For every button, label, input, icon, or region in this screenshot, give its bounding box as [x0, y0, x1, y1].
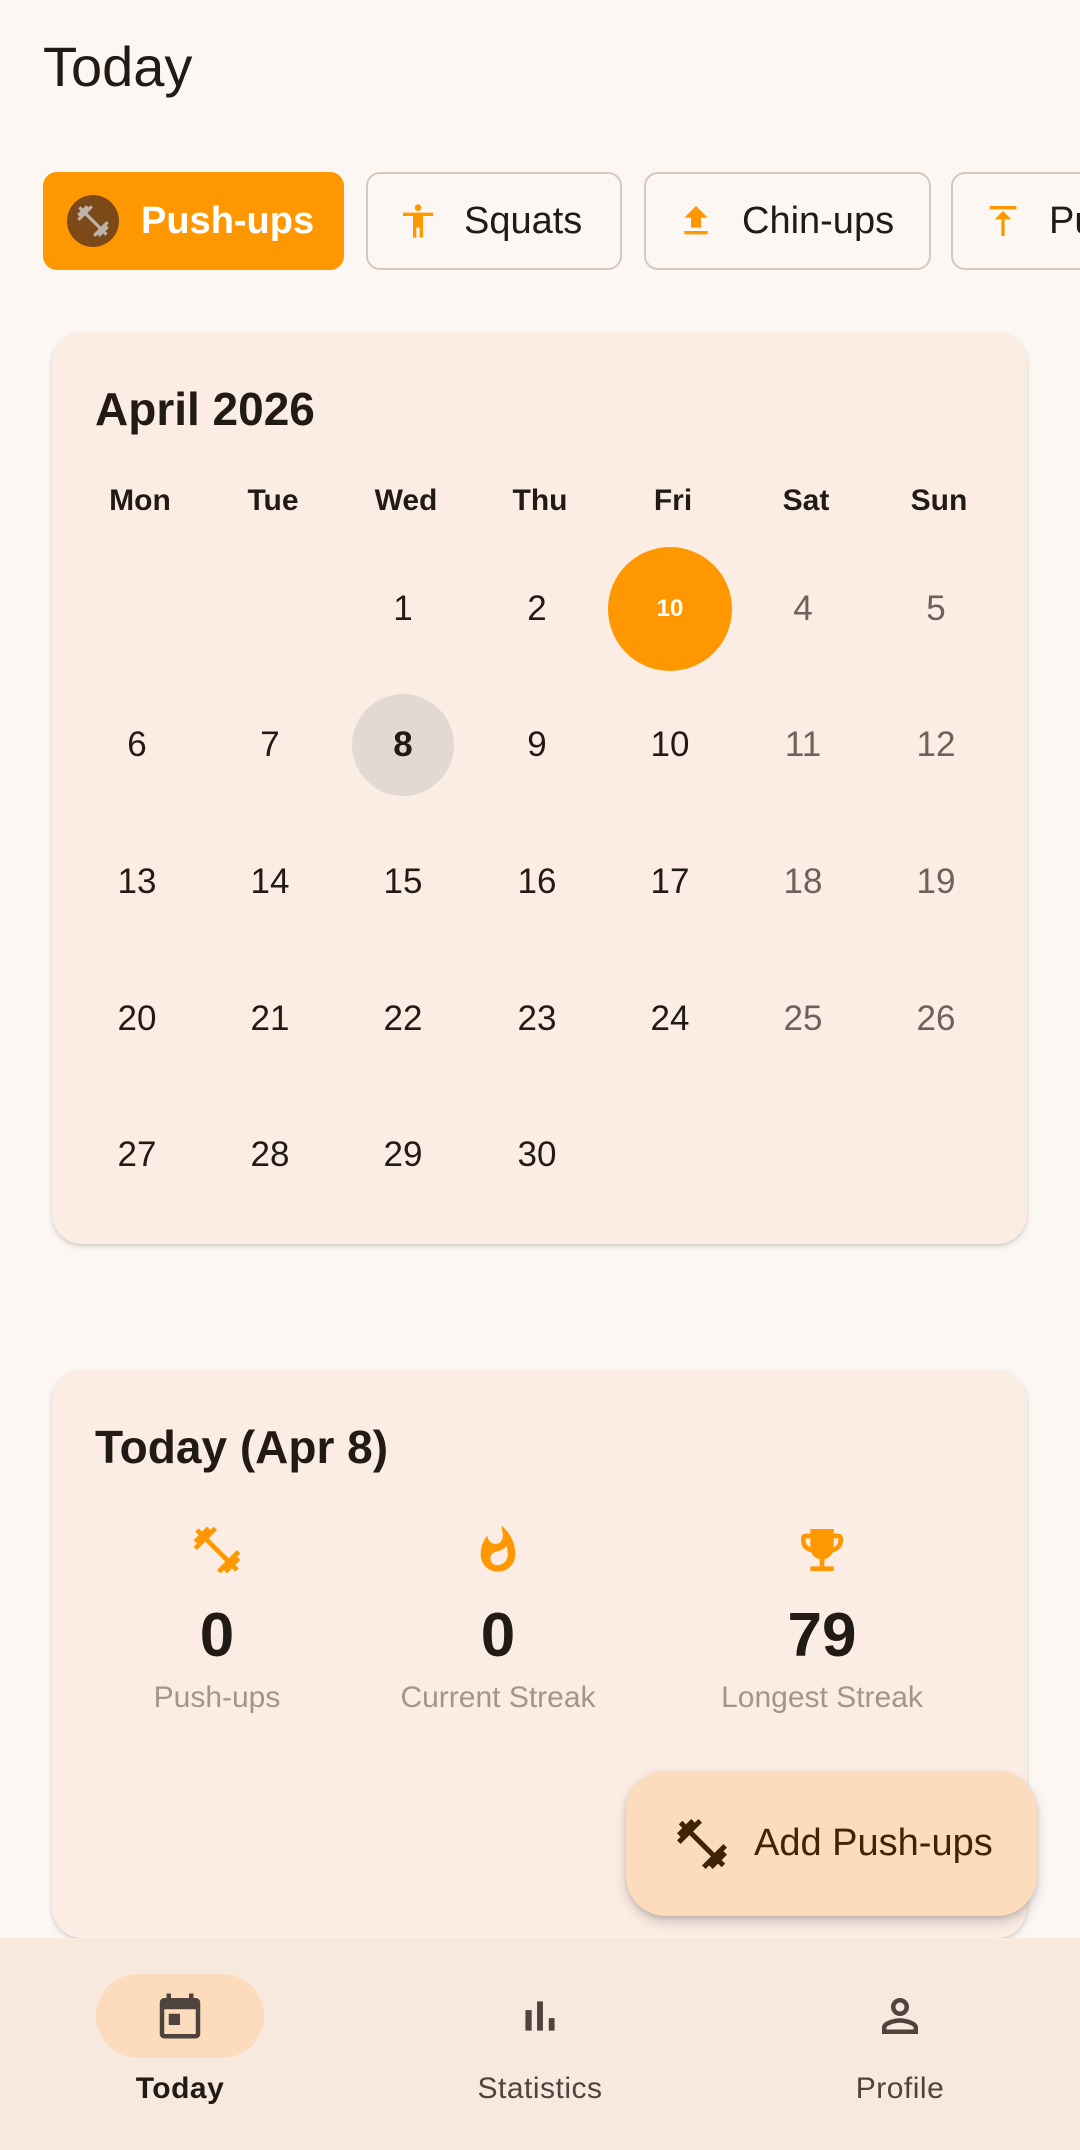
- stat-longest-streak: 79 Longest Streak: [672, 1520, 972, 1715]
- chip-pull-ups[interactable]: Pu: [951, 172, 1080, 270]
- stat-label: Current Streak: [400, 1681, 596, 1714]
- calendar-day[interactable]: 23: [475, 957, 599, 1081]
- stat-value: 79: [787, 1601, 857, 1670]
- chip-label: Pu: [1049, 199, 1080, 242]
- nav-item-statistics[interactable]: Statistics: [390, 1974, 690, 2106]
- calendar-day[interactable]: 30: [475, 1093, 599, 1217]
- calendar-day[interactable]: 9: [475, 683, 599, 807]
- calendar-day[interactable]: 21: [208, 957, 332, 1081]
- weekday-header: Sun: [910, 484, 968, 517]
- calendar-day[interactable]: 17: [608, 820, 732, 944]
- bottom-navigation-bar: Today Statistics Profile: [0, 1938, 1080, 2150]
- calendar-day[interactable]: 2: [475, 547, 599, 671]
- person-standing-icon: [392, 195, 444, 247]
- calendar-day[interactable]: 12: [874, 683, 998, 807]
- chip-label: Chin-ups: [742, 199, 895, 242]
- chip-label: Push-ups: [141, 199, 315, 242]
- nav-label: Statistics: [477, 2072, 603, 2105]
- stat-value: 0: [199, 1601, 235, 1670]
- calendar-day[interactable]: 6: [75, 683, 199, 807]
- nav-label: Today: [135, 2072, 225, 2105]
- calendar-day[interactable]: 22: [341, 957, 465, 1081]
- calendar-day[interactable]: 15: [341, 820, 465, 944]
- calendar-day[interactable]: 16: [475, 820, 599, 944]
- arrow-up-bar-icon: [977, 195, 1029, 247]
- calendar-day[interactable]: 18: [741, 820, 865, 944]
- weekday-header: Sat: [782, 484, 830, 517]
- stat-label: Longest Streak: [721, 1681, 923, 1714]
- weekday-header: Wed: [374, 484, 438, 517]
- upload-arrow-icon: [670, 195, 722, 247]
- chip-squats[interactable]: Squats: [366, 172, 622, 270]
- dumbbell-icon: [67, 1520, 367, 1580]
- weekday-header: Tue: [247, 484, 299, 517]
- calendar-day[interactable]: 13: [75, 820, 199, 944]
- stat-push-ups: 0 Push-ups: [67, 1520, 367, 1715]
- weekday-header: Fri: [653, 484, 693, 517]
- calendar-day[interactable]: 26: [874, 957, 998, 1081]
- calendar-day[interactable]: 20: [75, 957, 199, 1081]
- dumbbell-icon: [67, 195, 119, 247]
- calendar-icon: [96, 1974, 264, 2058]
- calendar-day[interactable]: 4: [741, 547, 865, 671]
- stat-label: Push-ups: [153, 1681, 281, 1714]
- weekday-header: Thu: [512, 484, 568, 517]
- calendar-day[interactable]: 19: [874, 820, 998, 944]
- chip-chin-ups[interactable]: Chin-ups: [644, 172, 931, 270]
- calendar-day[interactable]: 11: [741, 683, 865, 807]
- add-push-ups-button[interactable]: Add Push-ups: [626, 1771, 1037, 1916]
- bar-chart-icon: [456, 1974, 624, 2058]
- nav-item-profile[interactable]: Profile: [750, 1974, 1050, 2106]
- calendar-day[interactable]: 7: [208, 683, 332, 807]
- fab-label: Add Push-ups: [754, 1822, 993, 1864]
- nav-label: Profile: [855, 2072, 945, 2105]
- page-title: Today: [43, 35, 193, 98]
- calendar-card: April 2026 Mon Tue Wed Thu Fri Sat Sun 1…: [52, 332, 1027, 1244]
- weekday-header: Mon: [109, 484, 171, 517]
- calendar-month-title: April 2026: [95, 383, 315, 435]
- nav-item-today[interactable]: Today: [30, 1974, 330, 2106]
- stat-value: 0: [480, 1601, 516, 1670]
- calendar-day[interactable]: 28: [208, 1093, 332, 1217]
- exercise-chip-row: Push-ups Squats Chin-ups Pu: [43, 172, 1080, 270]
- dumbbell-icon: [672, 1814, 732, 1874]
- flame-icon: [348, 1520, 648, 1580]
- person-icon: [816, 1974, 984, 2058]
- today-summary-title: Today (Apr 8): [95, 1421, 389, 1473]
- calendar-day[interactable]: 5: [874, 547, 998, 671]
- calendar-day[interactable]: 1: [341, 547, 465, 671]
- trophy-icon: [672, 1520, 972, 1580]
- calendar-day[interactable]: 27: [75, 1093, 199, 1217]
- calendar-day[interactable]: 24: [608, 957, 732, 1081]
- calendar-day[interactable]: 29: [341, 1093, 465, 1217]
- calendar-day[interactable]: 25: [741, 957, 865, 1081]
- chip-label: Squats: [464, 199, 583, 242]
- calendar-day-today[interactable]: 8: [352, 694, 454, 796]
- chip-push-ups[interactable]: Push-ups: [43, 172, 344, 270]
- stat-current-streak: 0 Current Streak: [348, 1520, 648, 1715]
- calendar-day-selected[interactable]: 10: [608, 547, 732, 671]
- calendar-day[interactable]: 10: [608, 683, 732, 807]
- calendar-day[interactable]: 14: [208, 820, 332, 944]
